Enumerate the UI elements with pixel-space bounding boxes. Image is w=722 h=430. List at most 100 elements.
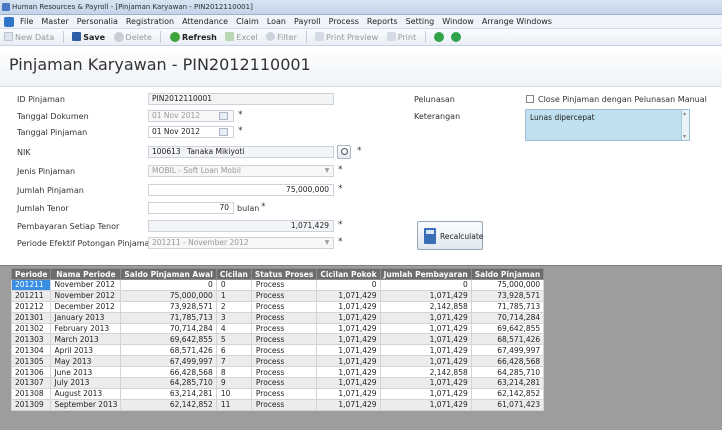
column-header-saldo-pinjaman[interactable]: Saldo Pinjaman bbox=[470, 268, 545, 280]
print-preview-button[interactable]: Print Preview bbox=[315, 29, 378, 46]
tanggal-dokumen-field[interactable]: 01 Nov 2012 bbox=[148, 110, 234, 122]
column-header-periode[interactable]: Periode bbox=[10, 268, 52, 280]
cell-saldo-awal: 71,785,713 bbox=[120, 311, 217, 324]
table-row[interactable]: 201306 June 2013 66,428,568 8 Process 1,071,4… bbox=[10, 366, 545, 379]
cell-nama-periode: January 2013 bbox=[50, 311, 122, 324]
cell-status-proses: Process bbox=[250, 398, 318, 411]
menu-item-process[interactable]: Process bbox=[329, 15, 359, 29]
cell-saldo-awal: 70,714,284 bbox=[120, 322, 217, 335]
lookup-search-icon[interactable] bbox=[337, 145, 351, 159]
filter-button[interactable]: Filter bbox=[266, 29, 297, 46]
menu-item-personalia[interactable]: Personalia bbox=[77, 15, 118, 29]
menu-item-master[interactable]: Master bbox=[41, 15, 68, 29]
cell-status-proses: Process bbox=[250, 279, 318, 291]
menu-item-reports[interactable]: Reports bbox=[367, 15, 398, 29]
column-header-saldo-awal[interactable]: Saldo Pinjaman Awal bbox=[120, 268, 217, 280]
periode-efektif-select[interactable]: 201211 - November 2012 ▼ bbox=[148, 237, 334, 249]
pelunasan-checkbox[interactable] bbox=[526, 95, 534, 103]
tenor-unit-label: bulan bbox=[237, 204, 260, 213]
new-document-icon bbox=[4, 32, 13, 41]
cell-saldo-pinjaman: 66,428,568 bbox=[470, 355, 545, 368]
print-button[interactable]: Print bbox=[386, 29, 416, 46]
cell-periode: 201305 bbox=[10, 355, 52, 368]
column-header-cicilan-pokok[interactable]: Cicilan Pokok bbox=[316, 268, 381, 280]
delete-button[interactable]: Delete bbox=[113, 29, 152, 46]
tanggal-pinjaman-label: Tanggal Pinjaman bbox=[17, 128, 88, 137]
column-header-nama-periode[interactable]: Nama Periode bbox=[50, 268, 122, 280]
arrow-left-icon bbox=[434, 32, 445, 42]
cell-periode: 201306 bbox=[10, 366, 52, 379]
cell-status-proses: Process bbox=[250, 311, 318, 324]
calendar-icon[interactable] bbox=[219, 112, 228, 120]
menu-item-loan[interactable]: Loan bbox=[267, 15, 286, 29]
column-header-cicilan[interactable]: Cicilan bbox=[215, 268, 252, 280]
new-data-button[interactable]: New Data bbox=[4, 29, 54, 46]
cell-nama-periode: September 2013 bbox=[50, 398, 122, 411]
required-mark: * bbox=[238, 126, 243, 136]
cell-jumlah-pembayaran: 1,071,429 bbox=[379, 387, 472, 400]
nik-field[interactable]: 100613 Tanaka Mikiyoti bbox=[148, 146, 334, 158]
table-row[interactable]: 201304 April 2013 68,571,426 6 Process 1,071,… bbox=[10, 344, 545, 357]
table-row[interactable]: 201307 July 2013 64,285,710 9 Process 1,071,4… bbox=[10, 377, 545, 389]
cell-cicilan: 7 bbox=[215, 355, 252, 368]
recalculate-button[interactable]: Recalculate bbox=[417, 221, 483, 250]
cell-jumlah-pembayaran: 2,142,858 bbox=[379, 366, 472, 379]
menu-item-window[interactable]: Window bbox=[442, 15, 474, 29]
cell-nama-periode: December 2012 bbox=[50, 300, 122, 313]
pelunasan-checkbox-label: Close Pinjaman dengan Pelunasan Manual bbox=[538, 95, 707, 104]
cell-periode: 201304 bbox=[10, 344, 52, 357]
menu-item-attendance[interactable]: Attendance bbox=[182, 15, 228, 29]
app-menu-icon[interactable] bbox=[4, 17, 14, 27]
table-row[interactable]: 201305 May 2013 67,499,997 7 Process 1,071,42… bbox=[10, 355, 545, 368]
cell-cicilan-pokok: 1,071,429 bbox=[316, 344, 381, 357]
cell-saldo-awal: 62,142,852 bbox=[120, 398, 217, 411]
menu-item-payroll[interactable]: Payroll bbox=[294, 15, 321, 29]
table-row[interactable]: 201301 January 2013 71,785,713 3 Process 1,07… bbox=[10, 311, 545, 324]
excel-button[interactable]: Excel bbox=[225, 29, 258, 46]
window-title: Human Resources & Payroll - [Pinjaman Ka… bbox=[12, 3, 253, 11]
jumlah-pinjaman-field[interactable]: 75,000,000 bbox=[148, 184, 334, 196]
save-button[interactable]: Save bbox=[72, 29, 105, 46]
cell-periode: 201309 bbox=[10, 398, 52, 411]
nav-prev-button[interactable] bbox=[434, 29, 446, 46]
menu-item-registration[interactable]: Registration bbox=[126, 15, 174, 29]
table-row[interactable]: 201308 August 2013 63,214,281 10 Process 1,07… bbox=[10, 387, 545, 400]
table-row[interactable]: 201211 November 2012 75,000,000 1 Process 1,0… bbox=[10, 289, 545, 302]
page-header: Pinjaman Karyawan - PIN2012110001 bbox=[0, 47, 722, 87]
column-header-jumlah-pembayaran[interactable]: Jumlah Pembayaran bbox=[379, 268, 472, 280]
nav-next-button[interactable] bbox=[450, 29, 463, 46]
nik-label: NIK bbox=[17, 148, 31, 157]
calendar-icon[interactable] bbox=[219, 128, 228, 136]
menu-item-arrange-windows[interactable]: Arrange Windows bbox=[482, 15, 552, 29]
table-row[interactable]: 201302 February 2013 70,714,284 4 Process 1,0… bbox=[10, 322, 545, 335]
cell-saldo-awal: 69,642,855 bbox=[120, 333, 217, 346]
table-row[interactable]: 201211 November 2012 0 0 Process 0 0 75,000,000 bbox=[10, 279, 545, 291]
id-pinjaman-field: PIN2012110001 bbox=[148, 93, 334, 105]
menu-item-setting[interactable]: Setting bbox=[406, 15, 435, 29]
required-mark: * bbox=[338, 184, 343, 194]
cell-cicilan: 4 bbox=[215, 322, 252, 335]
cell-periode: 201211 bbox=[10, 289, 52, 302]
table-row[interactable]: 201212 December 2012 73,928,571 2 Process 1,0… bbox=[10, 300, 545, 313]
textarea-scrollbar[interactable] bbox=[681, 110, 689, 140]
refresh-button[interactable]: Refresh bbox=[169, 29, 217, 46]
cell-cicilan: 10 bbox=[215, 387, 252, 400]
cell-saldo-awal: 67,499,997 bbox=[120, 355, 217, 368]
cell-status-proses: Process bbox=[250, 322, 318, 335]
cell-saldo-awal: 63,214,281 bbox=[120, 387, 217, 400]
tanggal-pinjaman-field[interactable]: 01 Nov 2012 bbox=[148, 126, 234, 138]
cell-cicilan: 0 bbox=[215, 279, 252, 291]
menu-item-claim[interactable]: Claim bbox=[236, 15, 259, 29]
pembayaran-tenor-field: 1,071,429 bbox=[148, 220, 334, 232]
jumlah-tenor-field[interactable]: 70 bbox=[148, 202, 234, 214]
table-row[interactable]: 201309 September 2013 62,142,852 11 Process 1… bbox=[10, 398, 545, 411]
keterangan-textarea[interactable]: Lunas dipercepat bbox=[525, 109, 690, 141]
jenis-pinjaman-select[interactable]: MOBIL - Soft Loan Mobil ▼ bbox=[148, 165, 334, 177]
column-header-status-proses[interactable]: Status Proses bbox=[250, 268, 318, 280]
employee-name: Tanaka Mikiyoti bbox=[187, 147, 245, 156]
cell-periode: 201303 bbox=[10, 333, 52, 346]
cell-status-proses: Process bbox=[250, 387, 318, 400]
table-row[interactable]: 201303 March 2013 69,642,855 5 Process 1,071,… bbox=[10, 333, 545, 346]
menu-item-file[interactable]: File bbox=[20, 15, 33, 29]
cell-saldo-pinjaman: 64,285,710 bbox=[470, 366, 545, 379]
